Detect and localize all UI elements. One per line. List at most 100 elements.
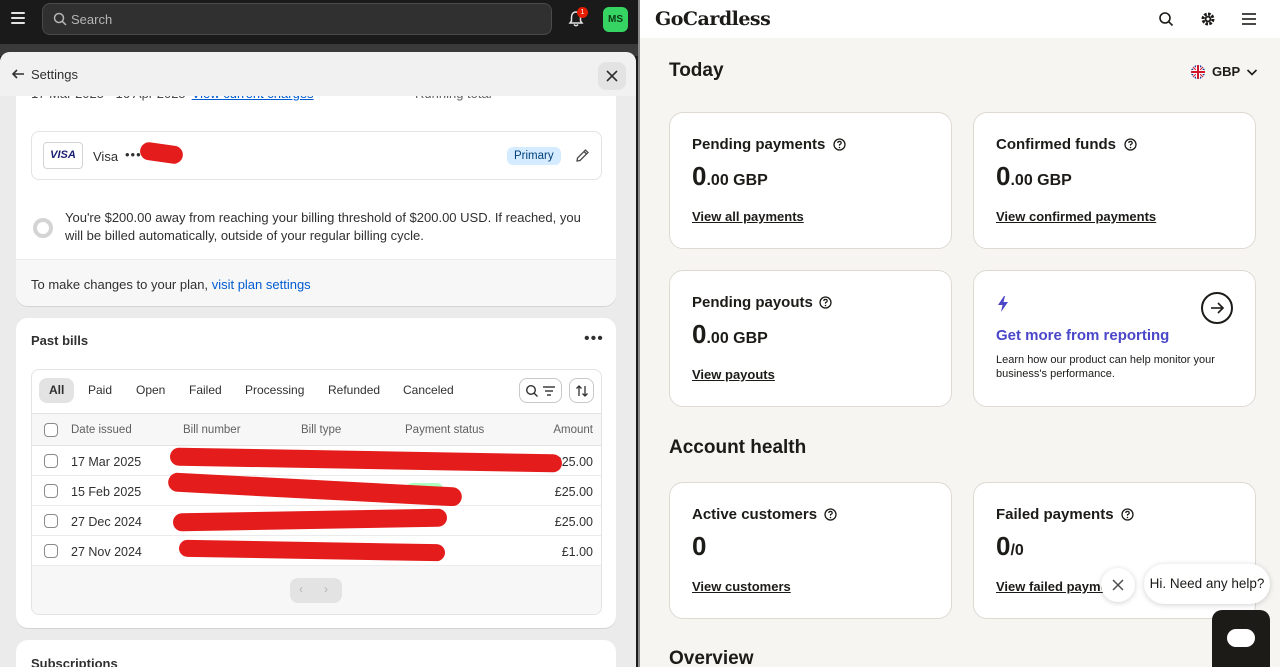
menu-icon[interactable] — [1241, 11, 1257, 27]
search-icon — [53, 12, 67, 26]
help-icon[interactable] — [824, 508, 837, 521]
uk-flag-icon — [1191, 65, 1205, 79]
search-filter-button[interactable] — [519, 378, 562, 403]
modal-header: Settings — [0, 52, 636, 96]
select-all-checkbox[interactable] — [44, 423, 58, 437]
gocardless-logo[interactable]: GoCardless — [655, 8, 771, 30]
bills-table: All Paid Open Failed Processing Refunded… — [31, 369, 602, 615]
redaction-mark — [172, 508, 448, 532]
search-input[interactable]: Search — [42, 3, 552, 35]
plan-text-prefix: To make changes to your plan, — [31, 277, 209, 292]
confirmed-funds-card: Confirmed funds 0.00 GBP View confirmed … — [973, 112, 1256, 249]
column-payment-status: Payment status — [405, 424, 485, 436]
filter-icon — [543, 386, 555, 396]
billing-card: 17 Mar 2025 - 16 Apr 2025View current ch… — [16, 72, 616, 306]
table-row[interactable]: 15 Feb 2025 Paid £25.00 — [32, 472, 601, 507]
chat-icon — [1227, 629, 1255, 647]
chat-launcher-button[interactable] — [1212, 610, 1270, 667]
currency-code: GBP — [1212, 64, 1241, 79]
help-icon[interactable] — [1121, 508, 1134, 521]
help-icon[interactable] — [1124, 138, 1137, 151]
lightning-icon — [998, 296, 1008, 312]
tab-all[interactable]: All — [39, 378, 75, 403]
payment-method: VISA Visa ••• Primary — [31, 131, 602, 180]
reporting-promo-card[interactable]: Get more from reporting Learn how our pr… — [973, 270, 1256, 407]
table-header: Date issued Bill number Bill type Paymen… — [32, 414, 601, 446]
chat-prompt-bubble[interactable]: Hi. Need any help? — [1144, 564, 1270, 604]
gear-icon[interactable] — [1200, 11, 1216, 27]
pagination: ‹ › — [290, 578, 342, 603]
table-row[interactable]: 17 Mar 2025 £25.00 — [32, 446, 601, 476]
view-payouts-link[interactable]: View payouts — [692, 367, 775, 382]
search-placeholder: Search — [71, 12, 113, 27]
row-amount: £25.00 — [554, 515, 593, 529]
amount-fraction: .00 GBP — [1010, 172, 1072, 189]
card-title: Confirmed funds — [996, 136, 1116, 153]
view-customers-link[interactable]: View customers — [692, 579, 791, 594]
next-page-button[interactable]: › — [324, 582, 328, 596]
sort-button[interactable] — [569, 378, 594, 403]
card-count: 0/0 — [996, 531, 1024, 562]
close-button[interactable] — [598, 62, 626, 90]
gocardless-header: GoCardless — [640, 0, 1280, 38]
tab-failed[interactable]: Failed — [179, 378, 232, 403]
past-bills-title: Past bills — [31, 333, 89, 348]
search-icon — [525, 384, 538, 397]
search-icon[interactable] — [1158, 11, 1174, 27]
row-checkbox[interactable] — [44, 514, 58, 528]
tab-paid[interactable]: Paid — [78, 378, 122, 403]
close-icon — [606, 70, 618, 82]
row-amount: £1.00 — [561, 545, 593, 559]
gocardless-pane: GoCardless Today GBP Pending payments 0.… — [640, 0, 1280, 667]
column-amount: Amount — [553, 424, 593, 436]
card-title: Pending payments — [692, 136, 826, 153]
count-value: 0 — [996, 531, 1011, 561]
reporting-description: Learn how our product can help monitor y… — [996, 354, 1215, 380]
table-row[interactable]: 27 Dec 2024 £25.00 — [32, 506, 601, 536]
visit-plan-settings-link[interactable]: visit plan settings — [212, 277, 311, 292]
row-checkbox[interactable] — [44, 484, 58, 498]
arrow-right-circle-icon[interactable] — [1201, 292, 1233, 324]
view-all-payments-link[interactable]: View all payments — [692, 209, 804, 224]
card-amount: 0.00 GBP — [996, 161, 1072, 192]
card-amount: 0.00 GBP — [692, 319, 768, 350]
amount-integer: 0 — [996, 161, 1011, 191]
tab-open[interactable]: Open — [126, 378, 175, 403]
view-confirmed-payments-link[interactable]: View confirmed payments — [996, 209, 1156, 224]
menu-icon[interactable] — [11, 12, 25, 26]
subscriptions-card: Subscriptions — [16, 640, 616, 667]
avatar[interactable]: MS — [603, 7, 628, 32]
count-total: /0 — [1010, 542, 1024, 559]
redaction-mark — [169, 447, 563, 473]
plan-text: To make changes to your plan, visit plan… — [31, 277, 311, 292]
tab-processing[interactable]: Processing — [235, 378, 314, 403]
dismiss-chat-button[interactable] — [1101, 568, 1135, 602]
plan-settings-row: To make changes to your plan, visit plan… — [16, 259, 616, 306]
reporting-title[interactable]: Get more from reporting — [996, 327, 1169, 344]
amount-fraction: .00 GBP — [706, 330, 768, 347]
visa-logo: VISA — [43, 142, 83, 169]
amount-integer: 0 — [692, 161, 707, 191]
more-actions-button[interactable]: ••• — [584, 330, 604, 348]
amount-integer: 0 — [692, 319, 707, 349]
row-checkbox[interactable] — [44, 454, 58, 468]
help-icon[interactable] — [819, 296, 832, 309]
screen: Search 1 MS Settings 17 Mar 2025 - 16 Ap… — [0, 0, 1280, 667]
help-icon[interactable] — [833, 138, 846, 151]
card-amount: 0.00 GBP — [692, 161, 768, 192]
row-checkbox[interactable] — [44, 544, 58, 558]
row-date: 27 Nov 2024 — [71, 545, 142, 559]
table-row[interactable]: 27 Nov 2024 £1.00 — [32, 536, 601, 566]
row-date: 17 Mar 2025 — [71, 455, 142, 469]
billing-threshold-text: You're $200.00 away from reaching your b… — [65, 210, 581, 243]
tab-refunded[interactable]: Refunded — [318, 378, 390, 403]
tab-canceled[interactable]: Canceled — [393, 378, 464, 403]
chevron-down-icon — [1246, 69, 1258, 76]
column-bill-type: Bill type — [301, 424, 342, 436]
card-number-masked: ••• — [125, 147, 142, 162]
card-title: Active customers — [692, 506, 818, 523]
close-icon — [1112, 579, 1124, 591]
back-arrow-icon[interactable] — [11, 67, 25, 81]
previous-page-button[interactable]: ‹ — [299, 582, 303, 596]
edit-pencil-icon[interactable] — [575, 148, 590, 163]
